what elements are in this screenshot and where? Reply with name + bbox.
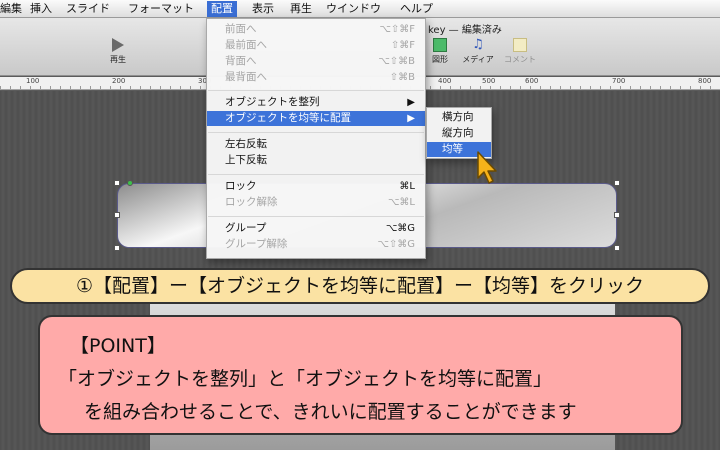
menu-item-label: 前面へ bbox=[225, 23, 257, 35]
menu-item-send-to-back[interactable]: 最背面へ ⇧⌘B bbox=[207, 70, 425, 85]
menu-view[interactable]: 表示 bbox=[248, 1, 278, 17]
comment-button[interactable]: コメント bbox=[500, 38, 540, 65]
selection-handle[interactable] bbox=[614, 245, 620, 251]
point-callout: 【POINT】 「オブジェクトを整列」と「オブジェクトを均等に配置」 を組み合わ… bbox=[38, 315, 683, 435]
selection-handle[interactable] bbox=[127, 180, 133, 186]
ruler-tick: 500 bbox=[482, 77, 496, 85]
menu-separator bbox=[208, 216, 424, 217]
ruler-tick: 400 bbox=[438, 77, 452, 85]
menu-window[interactable]: ウインドウ bbox=[322, 1, 385, 17]
play-button[interactable]: 再生 bbox=[98, 38, 138, 65]
play-label: 再生 bbox=[110, 55, 126, 64]
submenu-item-vertically[interactable]: 縦方向 bbox=[427, 126, 491, 141]
menu-item-label: 背面へ bbox=[225, 55, 257, 67]
shape-label: 図形 bbox=[432, 55, 448, 64]
menu-item-distribute-objects[interactable]: オブジェクトを均等に配置 ▶ bbox=[207, 111, 425, 126]
menu-item-label: 左右反転 bbox=[225, 138, 267, 150]
menu-item-shortcut: ⇧⌘F bbox=[390, 40, 415, 51]
menu-item-shortcut: ⌥⇧⌘B bbox=[378, 56, 415, 67]
menu-item-label: オブジェクトを整列 bbox=[225, 96, 320, 108]
ruler-tick: 700 bbox=[612, 77, 626, 85]
submenu-item-horizontally[interactable]: 横方向 bbox=[427, 110, 491, 125]
menu-item-label: オブジェクトを均等に配置 bbox=[225, 112, 351, 124]
ruler-tick: 200 bbox=[112, 77, 126, 85]
menu-slide[interactable]: スライド bbox=[62, 1, 114, 17]
selection-handle[interactable] bbox=[114, 180, 120, 186]
ruler-tick: 800 bbox=[698, 77, 712, 85]
menu-item-ungroup[interactable]: グループ解除 ⌥⇧⌘G bbox=[207, 237, 425, 252]
point-title: 【POINT】 bbox=[70, 335, 166, 357]
menu-separator bbox=[208, 174, 424, 175]
menu-play[interactable]: 再生 bbox=[286, 1, 316, 17]
menu-item-label: 上下反転 bbox=[225, 154, 267, 166]
menu-item-shortcut: ⌥⌘L bbox=[387, 197, 415, 208]
selection-handle[interactable] bbox=[614, 212, 620, 218]
menu-item-shortcut: ⌥⇧⌘F bbox=[379, 24, 415, 35]
menu-separator bbox=[208, 90, 424, 91]
selection-handle[interactable] bbox=[114, 245, 120, 251]
step-instruction-banner: ①【配置】ー【オブジェクトを均等に配置】ー【均等】をクリック bbox=[10, 268, 710, 304]
music-note-icon: ♫ bbox=[472, 37, 484, 52]
menu-item-label: ロック解除 bbox=[225, 196, 278, 208]
ruler-tick: 100 bbox=[26, 77, 40, 85]
shape-button[interactable]: 図形 bbox=[420, 38, 460, 65]
submenu-arrow-icon: ▶ bbox=[407, 97, 415, 108]
menu-edit[interactable]: 編集 bbox=[0, 1, 26, 17]
menu-insert[interactable]: 挿入 bbox=[26, 1, 56, 17]
menu-item-label: 最前面へ bbox=[225, 39, 267, 51]
window-title: key — 編集済み bbox=[428, 25, 502, 36]
menu-item-flip-vertical[interactable]: 上下反転 bbox=[207, 153, 425, 168]
menu-item-send-backward[interactable]: 背面へ ⌥⇧⌘B bbox=[207, 54, 425, 69]
mouse-pointer-icon bbox=[477, 151, 497, 184]
menu-item-label: ロック bbox=[225, 180, 257, 192]
menu-separator bbox=[208, 132, 424, 133]
menu-item-group[interactable]: グループ ⌥⌘G bbox=[207, 221, 425, 236]
menu-item-unlock[interactable]: ロック解除 ⌥⌘L bbox=[207, 195, 425, 210]
shape-icon bbox=[433, 38, 447, 52]
play-icon bbox=[112, 38, 124, 52]
menu-item-lock[interactable]: ロック ⌘L bbox=[207, 179, 425, 194]
menu-arrange[interactable]: 配置 bbox=[207, 1, 237, 17]
menu-item-label: グループ解除 bbox=[225, 238, 288, 250]
selection-handle[interactable] bbox=[114, 212, 120, 218]
point-line-1: 「オブジェクトを整列」と「オブジェクトを均等に配置」 bbox=[58, 368, 553, 390]
menu-item-bring-forward[interactable]: 前面へ ⌥⇧⌘F bbox=[207, 22, 425, 37]
media-button[interactable]: ♫ メディア bbox=[458, 38, 498, 65]
menu-format[interactable]: フォーマット bbox=[124, 1, 198, 17]
menu-item-shortcut: ⇧⌘B bbox=[389, 72, 415, 83]
menu-bar: 編集 挿入 スライド フォーマット 配置 表示 再生 ウインドウ ヘルプ bbox=[0, 0, 720, 18]
menu-item-shortcut: ⌘L bbox=[399, 181, 415, 192]
menu-item-shortcut: ⌥⇧⌘G bbox=[377, 239, 415, 250]
menu-item-bring-to-front[interactable]: 最前面へ ⇧⌘F bbox=[207, 38, 425, 53]
point-line-2: を組み合わせることで、きれいに配置することができます bbox=[84, 401, 577, 423]
submenu-arrow-icon: ▶ bbox=[407, 113, 415, 124]
menu-item-flip-horizontal[interactable]: 左右反転 bbox=[207, 137, 425, 152]
menu-item-label: グループ bbox=[225, 222, 267, 234]
menu-item-align-objects[interactable]: オブジェクトを整列 ▶ bbox=[207, 95, 425, 110]
menu-item-label: 最背面へ bbox=[225, 71, 267, 83]
comment-label: コメント bbox=[504, 55, 536, 64]
arrange-menu: 前面へ ⌥⇧⌘F 最前面へ ⇧⌘F 背面へ ⌥⇧⌘B 最背面へ ⇧⌘B オブジェ… bbox=[206, 18, 426, 259]
selection-handle[interactable] bbox=[614, 180, 620, 186]
menu-help[interactable]: ヘルプ bbox=[396, 1, 437, 17]
comment-icon bbox=[513, 38, 527, 52]
menu-item-shortcut: ⌥⌘G bbox=[385, 223, 415, 234]
ruler-tick: 600 bbox=[525, 77, 539, 85]
media-label: メディア bbox=[462, 55, 494, 64]
